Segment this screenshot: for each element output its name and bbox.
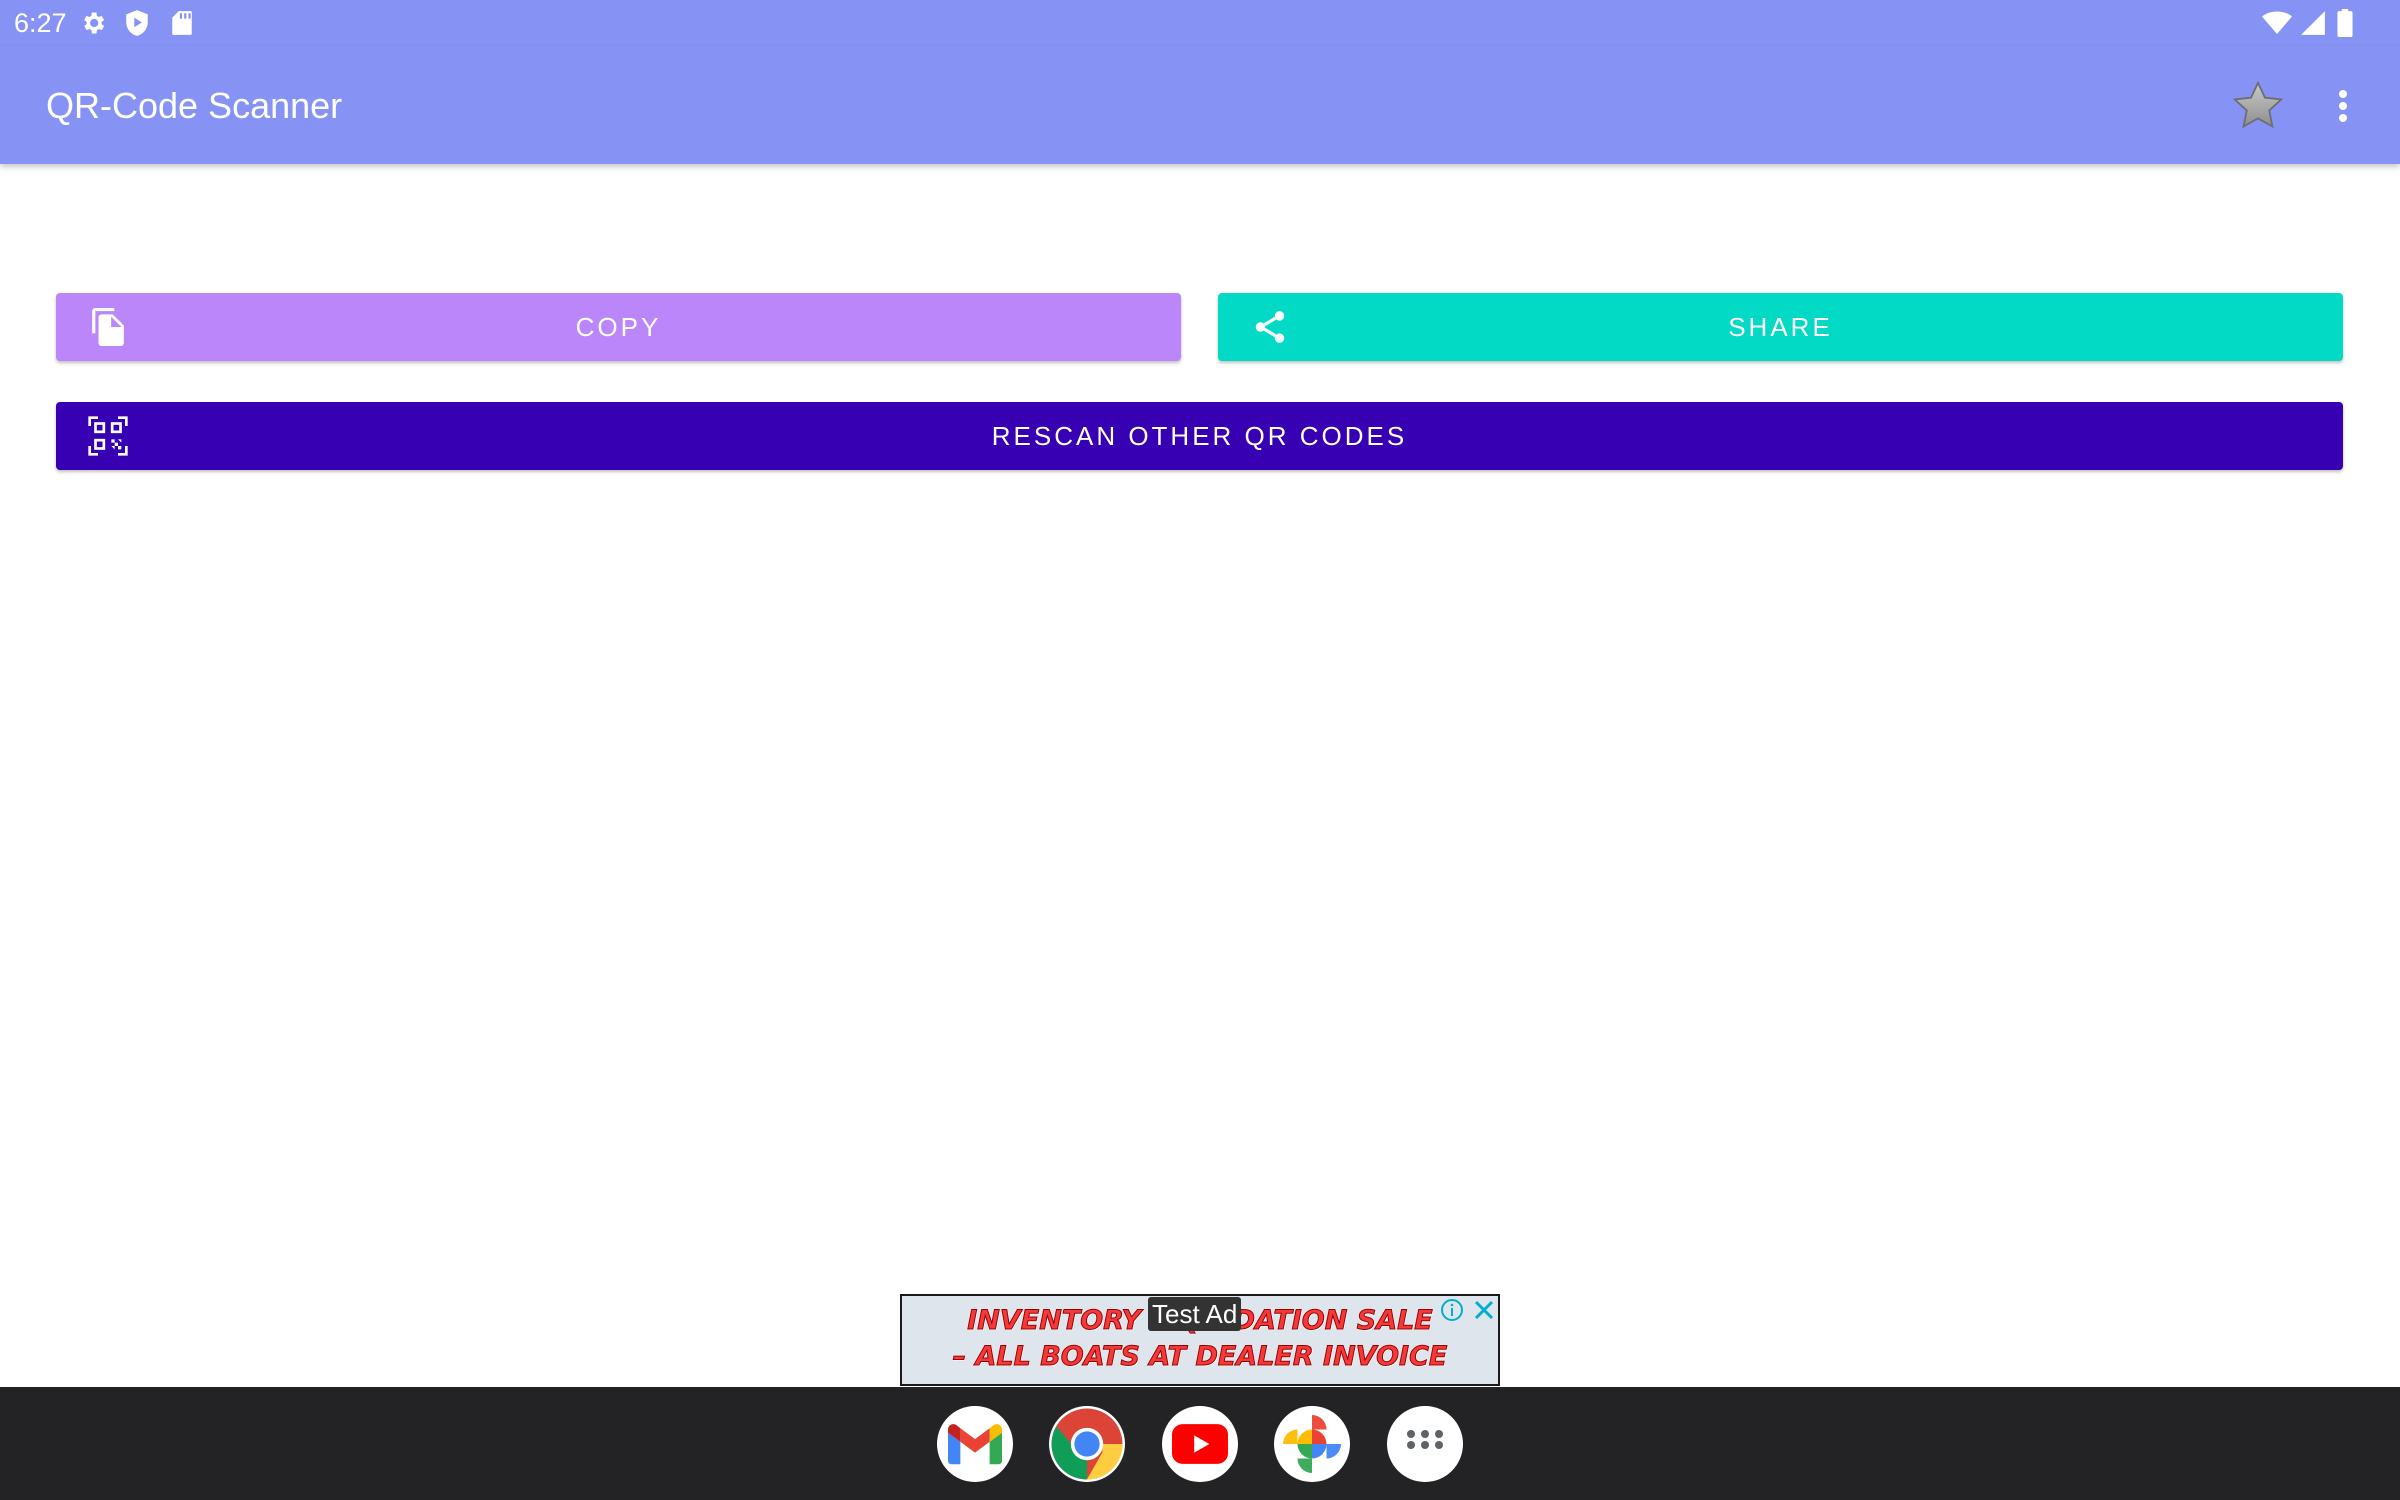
- overflow-menu-button[interactable]: [2326, 76, 2360, 136]
- share-icon: [1250, 307, 1290, 347]
- share-button[interactable]: SHARE: [1218, 293, 2343, 361]
- dock-app-photos[interactable]: [1274, 1406, 1350, 1482]
- battery-icon: [2330, 8, 2360, 38]
- youtube-icon: [1172, 1424, 1228, 1464]
- copy-button[interactable]: COPY: [56, 293, 1181, 361]
- rescan-button-label: RESCAN OTHER QR CODES: [991, 420, 1408, 451]
- dock-app-gmail[interactable]: [937, 1406, 1013, 1482]
- photos-icon: [1283, 1415, 1341, 1473]
- app-drawer-icon: [1407, 1430, 1443, 1449]
- ad-close-icon[interactable]: [1472, 1298, 1496, 1322]
- chrome-icon: [1051, 1408, 1123, 1480]
- status-bar: 6:27: [0, 0, 2400, 46]
- qr-scan-icon: [88, 416, 128, 456]
- page-title: QR-Code Scanner: [46, 85, 343, 126]
- dock-app-drawer[interactable]: [1387, 1406, 1463, 1482]
- more-vert-icon: [2339, 90, 2347, 122]
- star-icon: [2232, 80, 2284, 129]
- share-button-label: SHARE: [1728, 311, 1833, 342]
- copy-icon: [88, 307, 128, 347]
- sd-card-icon: [167, 8, 197, 38]
- shield-play-icon: [122, 8, 152, 38]
- dock-app-chrome[interactable]: [1049, 1406, 1125, 1482]
- ad-label: Test Ad: [1148, 1297, 1242, 1331]
- rescan-button[interactable]: RESCAN OTHER QR CODES: [56, 402, 2343, 470]
- dock-app-youtube[interactable]: [1162, 1406, 1238, 1482]
- app-bar: QR-Code Scanner: [0, 46, 2400, 164]
- wifi-icon: [2262, 8, 2292, 38]
- ad-info-icon[interactable]: [1440, 1298, 1464, 1322]
- status-time: 6:27: [14, 8, 67, 38]
- ad-headline-line2: – ALL BOATS AT DEALER INVOICE: [952, 1341, 1448, 1373]
- gmail-icon: [948, 1424, 1002, 1465]
- copy-button-label: COPY: [575, 311, 662, 342]
- cell-signal-icon: [2298, 8, 2328, 38]
- favorite-button[interactable]: [2228, 76, 2288, 136]
- settings-icon: [78, 8, 108, 38]
